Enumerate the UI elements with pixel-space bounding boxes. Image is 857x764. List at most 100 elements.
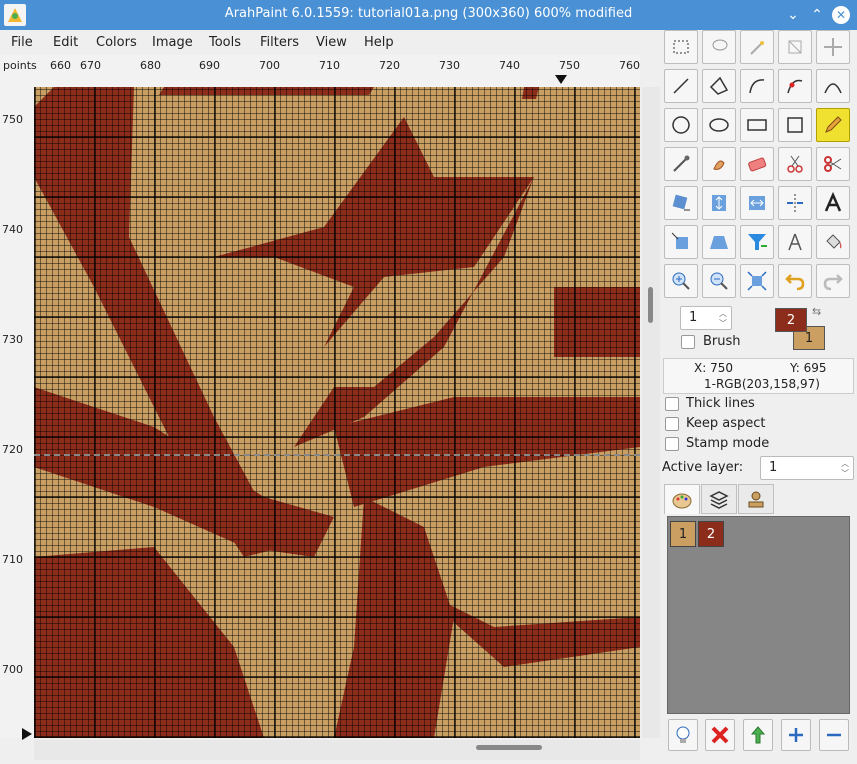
rotate-tool[interactable] [664,186,698,220]
menu-file[interactable]: File [11,35,33,50]
ruler-tick: 720 [2,443,23,456]
light-bulb-icon [676,726,690,743]
horizontal-scrollbar[interactable] [34,740,640,760]
redo-button[interactable] [816,264,850,298]
curve-tool[interactable] [740,69,774,103]
zoom-in-tool[interactable] [664,264,698,298]
brush-size-value[interactable]: 1 [689,310,697,325]
horizontal-scroll-thumb[interactable] [476,745,542,750]
vertical-scroll-thumb[interactable] [648,287,653,323]
menu-help[interactable]: Help [364,35,394,50]
undo-icon [785,274,805,291]
minimize-button[interactable]: ⌄ [782,4,804,26]
palette-color-2[interactable]: 2 [698,521,724,547]
keep-aspect-checkbox[interactable] [665,417,679,431]
rotate-icon [672,194,690,211]
fill-bucket-icon [826,234,842,249]
add-button[interactable] [781,719,811,751]
pencil-tool[interactable] [816,108,850,142]
move-tool[interactable] [816,30,850,64]
delete-button[interactable] [705,719,735,751]
stamp-mode-checkbox[interactable] [665,437,679,451]
close-button[interactable]: ✕ [832,6,850,24]
cut-red-tool[interactable] [816,147,850,181]
guide-line [34,454,640,456]
zoom-out-icon [710,272,728,290]
fill-bucket-tool[interactable] [816,225,850,259]
active-layer-spinner[interactable]: 1 ︿ ﹀ [760,456,854,480]
brush-size-spinner[interactable]: 1 ︿ ﹀ [680,306,732,330]
mirror-icon [787,194,803,212]
transform-tool[interactable] [664,225,698,259]
filter-icon [748,234,767,250]
hint-button[interactable] [668,719,698,751]
polygon-tool[interactable] [702,69,736,103]
polygon-icon [709,76,729,95]
compass-tool[interactable] [778,225,812,259]
circle-tool[interactable] [664,108,698,142]
bezier-node-tool[interactable] [778,69,812,103]
cut-tool[interactable] [778,147,812,181]
vertical-scrollbar[interactable] [642,87,660,738]
brush-label: Brush [703,334,741,349]
crop-tool[interactable] [778,30,812,64]
smudge-tool[interactable] [702,147,736,181]
drawing-canvas[interactable] [34,87,640,738]
bezier-icon [824,83,842,94]
menu-image[interactable]: Image [152,35,193,50]
eyedropper-tool[interactable] [664,147,698,181]
add-icon [789,728,803,742]
menu-filters[interactable]: Filters [260,35,299,50]
line-tool[interactable] [664,69,698,103]
fit-tool[interactable] [740,264,774,298]
flip-horizontal-icon [749,196,765,210]
spin-down-icon[interactable]: ﹀ [841,468,849,479]
tab-palette[interactable] [664,484,700,514]
eraser-tool[interactable] [740,147,774,181]
delete-icon [711,726,729,744]
flip-vertical-tool[interactable] [702,186,736,220]
remove-button[interactable] [819,719,849,751]
lasso-tool[interactable] [702,30,736,64]
menu-colors[interactable]: Colors [96,35,137,50]
spin-down-icon[interactable]: ﹀ [719,318,727,329]
square-tool[interactable] [778,108,812,142]
curve-icon [749,79,765,94]
merge-button[interactable] [743,719,773,751]
menu-tools[interactable]: Tools [209,35,241,50]
foreground-color-swatch[interactable]: 2 [775,308,807,332]
palette-color-1[interactable]: 1 [670,521,696,547]
zoom-out-tool[interactable] [702,264,736,298]
magic-wand-tool[interactable] [740,30,774,64]
swap-colors-icon[interactable]: ⇆ [812,305,821,318]
active-layer-value[interactable]: 1 [769,460,777,475]
square-icon [787,117,803,133]
ruler-tick: 760 [619,59,640,72]
tab-layers[interactable] [701,484,737,514]
flip-horizontal-tool[interactable] [740,186,774,220]
perspective-tool[interactable] [702,225,736,259]
menu-edit[interactable]: Edit [53,35,78,50]
mirror-tool[interactable] [778,186,812,220]
ellipse-tool[interactable] [702,108,736,142]
zoom-in-icon [672,272,690,290]
pixel-grid [34,87,640,738]
compass-icon [788,233,802,251]
undo-button[interactable] [778,264,812,298]
rect-select-tool[interactable] [664,30,698,64]
brush-checkbox[interactable] [681,335,695,349]
text-icon [824,192,842,212]
magic-wand-icon [750,41,764,55]
window-title: ArahPaint 6.0.1559: tutorial01a.png (300… [224,6,633,21]
menu-view[interactable]: View [316,35,347,50]
filter-tool[interactable] [740,225,774,259]
text-tool[interactable] [816,186,850,220]
tab-stamp[interactable] [738,484,774,514]
move-icon [824,38,842,56]
maximize-button[interactable]: ⌃ [806,4,828,26]
bezier-tool[interactable] [816,69,850,103]
thick-lines-checkbox[interactable] [665,397,679,411]
ruler-tick: 690 [199,59,220,72]
rectangle-tool[interactable] [740,108,774,142]
thick-lines-label: Thick lines [686,396,755,411]
